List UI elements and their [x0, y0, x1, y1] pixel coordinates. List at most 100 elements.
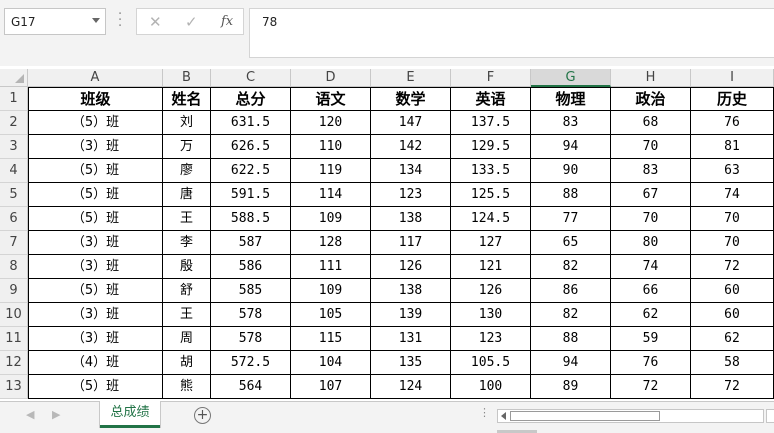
table-cell[interactable]: 90 — [531, 159, 611, 183]
table-cell[interactable]: 572.5 — [211, 351, 291, 375]
header-cell[interactable]: 姓名 — [163, 87, 211, 111]
table-cell[interactable]: 72 — [611, 375, 691, 399]
table-cell[interactable]: 89 — [531, 375, 611, 399]
chevron-down-icon[interactable] — [92, 18, 100, 23]
table-cell[interactable]: 126 — [371, 255, 451, 279]
table-cell[interactable]: （3）班 — [28, 303, 163, 327]
check-icon[interactable]: ✓ — [185, 13, 198, 31]
table-cell[interactable]: 59 — [611, 327, 691, 351]
table-cell[interactable]: 137.5 — [451, 111, 531, 135]
scroll-left-icon[interactable] — [501, 412, 506, 420]
table-cell[interactable]: 124 — [371, 375, 451, 399]
table-cell[interactable]: 熊 — [163, 375, 211, 399]
prev-sheet-icon[interactable]: ◀ — [26, 408, 34, 421]
add-sheet-icon[interactable]: + — [194, 407, 211, 424]
table-cell[interactable]: 114 — [291, 183, 371, 207]
table-cell[interactable]: 60 — [691, 303, 774, 327]
table-cell[interactable]: 86 — [531, 279, 611, 303]
table-cell[interactable]: 111 — [291, 255, 371, 279]
table-cell[interactable]: （3）班 — [28, 327, 163, 351]
table-cell[interactable]: 70 — [611, 207, 691, 231]
table-cell[interactable]: 76 — [691, 111, 774, 135]
table-cell[interactable]: 88 — [531, 327, 611, 351]
row-header-11[interactable]: 11 — [0, 327, 28, 351]
column-header-a[interactable]: A — [28, 69, 163, 87]
table-cell[interactable]: 123 — [451, 327, 531, 351]
table-cell[interactable]: 109 — [291, 279, 371, 303]
table-cell[interactable]: （3）班 — [28, 255, 163, 279]
table-cell[interactable]: （5）班 — [28, 183, 163, 207]
table-cell[interactable]: 126 — [451, 279, 531, 303]
table-cell[interactable]: 133.5 — [451, 159, 531, 183]
table-cell[interactable]: 68 — [611, 111, 691, 135]
table-cell[interactable]: （3）班 — [28, 135, 163, 159]
header-cell[interactable]: 数学 — [371, 87, 451, 111]
table-cell[interactable]: 王 — [163, 303, 211, 327]
table-cell[interactable]: 128 — [291, 231, 371, 255]
next-sheet-icon[interactable]: ▶ — [52, 408, 60, 421]
table-cell[interactable]: 578 — [211, 303, 291, 327]
row-header-3[interactable]: 3 — [0, 135, 28, 159]
table-cell[interactable]: 62 — [611, 303, 691, 327]
table-cell[interactable]: 63 — [691, 159, 774, 183]
table-cell[interactable]: 66 — [611, 279, 691, 303]
table-cell[interactable]: （5）班 — [28, 375, 163, 399]
table-cell[interactable]: （5）班 — [28, 159, 163, 183]
row-header-12[interactable]: 12 — [0, 351, 28, 375]
table-cell[interactable]: 626.5 — [211, 135, 291, 159]
table-cell[interactable]: 58 — [691, 351, 774, 375]
table-cell[interactable]: 94 — [531, 351, 611, 375]
table-cell[interactable]: 舒 — [163, 279, 211, 303]
table-cell[interactable]: 65 — [531, 231, 611, 255]
table-cell[interactable]: 119 — [291, 159, 371, 183]
function-icon[interactable]: fx — [221, 14, 233, 29]
table-cell[interactable]: 131 — [371, 327, 451, 351]
formula-input[interactable]: 78 — [249, 8, 774, 58]
table-cell[interactable]: 139 — [371, 303, 451, 327]
cancel-icon[interactable]: ✕ — [149, 13, 162, 31]
table-cell[interactable]: 殷 — [163, 255, 211, 279]
table-cell[interactable]: 564 — [211, 375, 291, 399]
table-cell[interactable]: 82 — [531, 255, 611, 279]
header-cell[interactable]: 历史 — [691, 87, 774, 111]
table-cell[interactable]: 578 — [211, 327, 291, 351]
table-cell[interactable]: 70 — [691, 207, 774, 231]
table-cell[interactable]: 刘 — [163, 111, 211, 135]
table-cell[interactable]: 83 — [611, 159, 691, 183]
table-cell[interactable]: （5）班 — [28, 207, 163, 231]
table-cell[interactable]: 130 — [451, 303, 531, 327]
table-cell[interactable]: 127 — [451, 231, 531, 255]
table-cell[interactable]: 60 — [691, 279, 774, 303]
table-cell[interactable]: 胡 — [163, 351, 211, 375]
sheet-tab[interactable]: 总成绩 — [100, 401, 160, 428]
table-cell[interactable]: （5）班 — [28, 111, 163, 135]
row-header-10[interactable]: 10 — [0, 303, 28, 327]
header-cell[interactable]: 总分 — [211, 87, 291, 111]
row-header-13[interactable]: 13 — [0, 375, 28, 399]
table-cell[interactable]: 125.5 — [451, 183, 531, 207]
table-cell[interactable]: 唐 — [163, 183, 211, 207]
table-cell[interactable]: 67 — [611, 183, 691, 207]
table-cell[interactable]: 138 — [371, 279, 451, 303]
table-cell[interactable]: 70 — [691, 231, 774, 255]
select-all-button[interactable] — [0, 69, 28, 87]
table-cell[interactable]: 115 — [291, 327, 371, 351]
table-cell[interactable]: （3）班 — [28, 231, 163, 255]
table-cell[interactable]: 147 — [371, 111, 451, 135]
table-cell[interactable]: 万 — [163, 135, 211, 159]
row-header-2[interactable]: 2 — [0, 111, 28, 135]
horizontal-scrollbar[interactable] — [497, 409, 764, 423]
table-cell[interactable]: 77 — [531, 207, 611, 231]
row-header-5[interactable]: 5 — [0, 183, 28, 207]
table-cell[interactable]: 80 — [611, 231, 691, 255]
header-cell[interactable]: 班级 — [28, 87, 163, 111]
table-cell[interactable]: 廖 — [163, 159, 211, 183]
table-cell[interactable]: 83 — [531, 111, 611, 135]
header-cell[interactable]: 政治 — [611, 87, 691, 111]
row-header-9[interactable]: 9 — [0, 279, 28, 303]
table-cell[interactable]: 74 — [691, 183, 774, 207]
table-cell[interactable]: 591.5 — [211, 183, 291, 207]
scrollbar-right-end[interactable] — [766, 409, 774, 423]
column-header-d[interactable]: D — [291, 69, 371, 87]
name-box[interactable]: G17 — [4, 8, 106, 35]
